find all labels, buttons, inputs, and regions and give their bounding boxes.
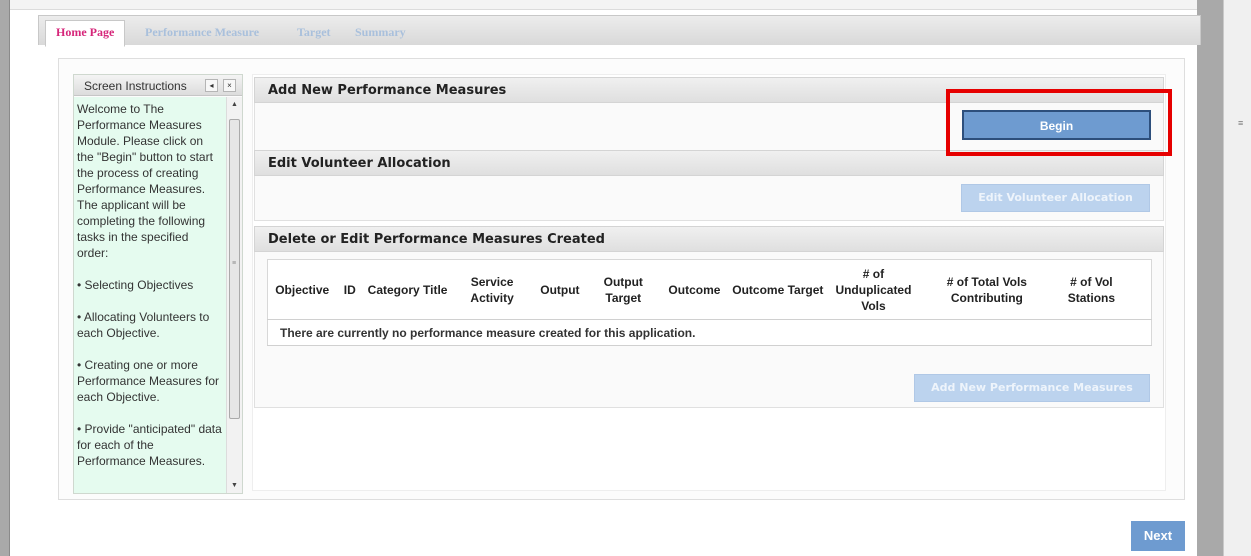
section-title: Delete or Edit Performance Measures Crea…: [254, 226, 1164, 252]
close-icon[interactable]: ×: [223, 79, 236, 92]
column-header-extra: [1130, 259, 1152, 320]
column-header-outcome[interactable]: Outcome: [658, 259, 731, 320]
instructions-scrollbar-thumb[interactable]: ≡: [229, 119, 240, 419]
column-header-output[interactable]: Output: [532, 259, 588, 320]
tab-summary[interactable]: Summary: [345, 21, 416, 46]
scroll-up-icon[interactable]: ▲: [231, 101, 238, 108]
instructions-title: Screen Instructions: [84, 79, 187, 93]
column-header-unduplicated-vols[interactable]: # of Unduplicated Vols: [825, 259, 922, 320]
table-header-row: Objective ID Category Title Service Acti…: [267, 259, 1152, 320]
scroll-down-icon[interactable]: ▼: [231, 482, 238, 489]
instructions-paragraph: Welcome to The Performance Measures Modu…: [77, 102, 213, 260]
next-button[interactable]: Next: [1131, 521, 1185, 551]
table-row: There are currently no performance measu…: [267, 319, 1152, 346]
instructions-paragraph: • Selecting Objectives: [77, 278, 194, 292]
tab-performance-measure[interactable]: Performance Measure: [135, 21, 269, 46]
column-header-id[interactable]: ID: [336, 259, 364, 320]
scrollbar-grip-icon: ≡: [1238, 118, 1244, 128]
window-left-edge: [0, 0, 10, 556]
section-body: Edit Volunteer Allocation: [254, 176, 1164, 221]
highlight-annotation: [946, 89, 1172, 156]
scrollbar-grip-icon: ≡: [232, 260, 237, 267]
edit-volunteer-allocation-button[interactable]: Edit Volunteer Allocation: [961, 184, 1150, 212]
collapse-icon[interactable]: ◂: [205, 79, 218, 92]
page-scrollbar[interactable]: ≡: [1197, 0, 1251, 556]
instructions-scrollbar[interactable]: ▲ ≡ ▼: [226, 97, 242, 493]
instructions-paragraph: • Provide "anticipated" data for each of…: [77, 422, 222, 468]
instructions-paragraph: • Allocating Volunteers to each Objectiv…: [77, 310, 210, 340]
tab-target[interactable]: Target: [287, 21, 341, 46]
window-top-edge: [10, 0, 1197, 10]
add-new-performance-measures-button[interactable]: Add New Performance Measures: [914, 374, 1150, 402]
instructions-header: Screen Instructions ◂ ×: [74, 75, 242, 96]
section-delete-edit-performance-measures: Delete or Edit Performance Measures Crea…: [254, 226, 1164, 408]
column-header-vol-stations[interactable]: # of Vol Stations: [1052, 259, 1131, 320]
page-scrollbar-track[interactable]: [1223, 0, 1251, 556]
column-header-service-activity[interactable]: Service Activity: [452, 259, 533, 320]
column-header-total-vols-contributing[interactable]: # of Total Vols Contributing: [921, 259, 1053, 320]
column-header-outcome-target[interactable]: Outcome Target: [730, 259, 826, 320]
screen-instructions-panel: Screen Instructions ◂ × Welcome to The P…: [73, 74, 243, 494]
section-body: Objective ID Category Title Service Acti…: [254, 252, 1164, 408]
column-header-category-title[interactable]: Category Title: [363, 259, 453, 320]
performance-measures-table: Objective ID Category Title Service Acti…: [267, 259, 1152, 346]
tab-bar: Home Page Performance Measure Target Sum…: [38, 15, 1201, 47]
section-edit-volunteer-allocation: Edit Volunteer Allocation Edit Volunteer…: [254, 150, 1164, 221]
column-header-output-target[interactable]: Output Target: [587, 259, 659, 320]
column-header-objective[interactable]: Objective: [267, 259, 337, 320]
empty-table-message: There are currently no performance measu…: [267, 319, 1152, 346]
tab-home-page[interactable]: Home Page: [45, 20, 126, 47]
instructions-paragraph: • Creating one or more Performance Measu…: [77, 358, 220, 404]
instructions-body: Welcome to The Performance Measures Modu…: [74, 97, 226, 493]
